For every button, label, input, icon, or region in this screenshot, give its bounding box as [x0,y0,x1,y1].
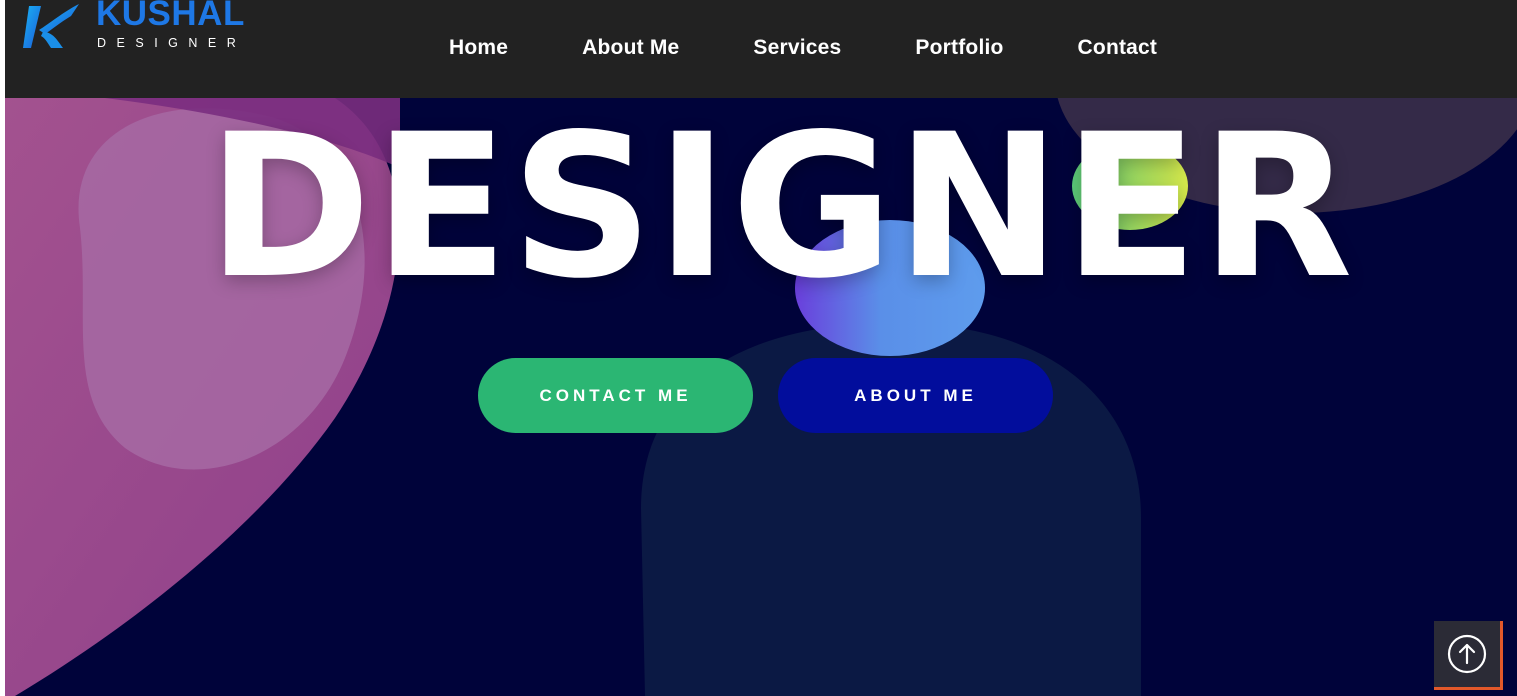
brand-tagline: DESIGNER [97,36,247,50]
k-logo-icon [23,4,79,48]
about-me-button[interactable]: ABOUT ME [778,358,1053,433]
brand-name: KUSHAL [96,0,245,33]
main-nav: Home About Me Services Portfolio Contact [437,30,1169,66]
nav-services[interactable]: Services [741,30,853,66]
page: KUSHAL DESIGNER Home About Me Services P… [5,0,1517,696]
nav-home[interactable]: Home [437,30,520,66]
navbar: KUSHAL DESIGNER Home About Me Services P… [5,0,1517,98]
logo-link[interactable]: KUSHAL DESIGNER [23,0,263,56]
scroll-to-top-button[interactable] [1434,621,1503,690]
contact-me-button[interactable]: CONTACT ME [478,358,753,433]
nav-portfolio[interactable]: Portfolio [903,30,1015,66]
nav-contact[interactable]: Contact [1066,30,1170,66]
hero-title: DESIGNER [207,91,1355,322]
nav-about-me[interactable]: About Me [570,30,691,66]
arrow-up-circle-icon [1447,634,1487,674]
hero-section: DESIGNER CONTACT ME ABOUT ME [5,92,1517,696]
